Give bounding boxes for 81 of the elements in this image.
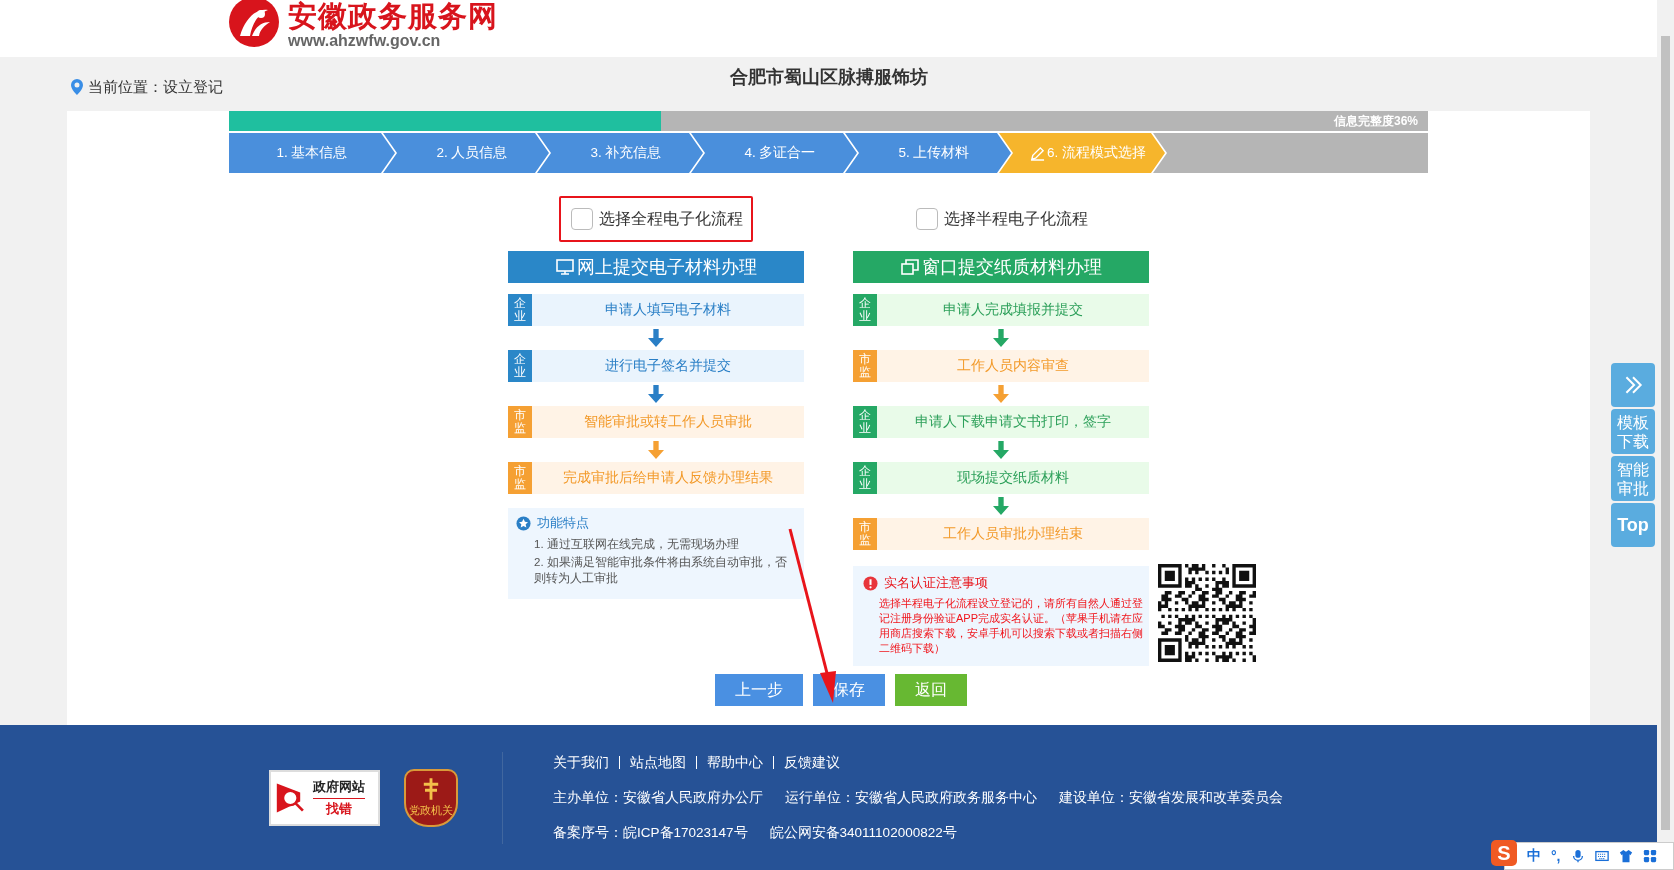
shirt-icon[interactable] (1618, 849, 1633, 863)
grid-icon[interactable] (1642, 849, 1657, 863)
monitor-icon (555, 259, 574, 275)
side-tool-button[interactable]: 智能审批 (1611, 456, 1655, 501)
notice-text: 选择半程电子化流程设立登记的，请所有自然人通过登记注册身份验证APP完成实名认证。（苹果手机请在应用商店搜索下载，安卓手机可以搜索下载或者扫描右侧二维码下载） (879, 596, 1143, 656)
role-tag: 企业 (853, 462, 877, 494)
role-tag: 市监 (508, 406, 532, 438)
side-tool-button[interactable]: 模板下载 (1611, 409, 1655, 454)
footer-info: 备案序号：皖ICP备17023147号 (553, 823, 748, 842)
flow-step: 企业 申请人完成填报并提交 (853, 294, 1149, 326)
flow-header: 窗口提交纸质材料办理 (853, 251, 1149, 283)
action-button[interactable]: 返回 (894, 674, 967, 706)
flow-step: 企业 进行电子签名并提交 (508, 350, 804, 382)
footer-info: 建设单位：安徽省发展和改革委员会 (1059, 788, 1283, 807)
step-tab[interactable]: 5. 上传材料 (845, 133, 1011, 173)
role-tag: 企业 (508, 350, 532, 382)
option-label[interactable]: 选择全程电子化流程 (559, 196, 753, 242)
flow-step: 企业 申请人下载申请文书打印，签字 (853, 406, 1149, 438)
site-name: 安徽政务服务网 (288, 0, 498, 32)
microphone-icon[interactable] (1570, 849, 1585, 863)
badge-title: 政府网站 (313, 777, 365, 799)
badge-label: 党政机关 (409, 804, 453, 818)
flow-header: 网上提交电子材料办理 (508, 251, 804, 283)
company-title: 合肥市蜀山区脉搏服饰坊 (729, 66, 928, 89)
down-arrow-icon (993, 441, 1009, 459)
down-arrow-icon (993, 329, 1009, 347)
action-button[interactable]: 上一步 (714, 674, 803, 706)
down-arrow-icon (648, 329, 664, 347)
breadcrumb: 当前位置：设立登记 (88, 77, 223, 97)
feature-item: 1. 通过互联网在线完成，无需现场办理 (534, 537, 740, 552)
badge-subtitle: 找错 (326, 799, 352, 818)
step-tab[interactable]: 4. 多证合一 (691, 133, 857, 173)
pencil-icon (1030, 145, 1045, 161)
step-tab[interactable]: 1. 基本信息 (229, 133, 395, 173)
site-url: www.ahzwfw.gov.cn (288, 32, 442, 50)
party-badge[interactable]: 党政机关 (404, 768, 458, 827)
flow-step: 企业 申请人填写电子材料 (508, 294, 804, 326)
windows-icon (900, 259, 919, 275)
step-tab[interactable]: 6. 流程模式选择 (999, 133, 1165, 173)
footer-info: 皖公网安备34011102000822号 (769, 823, 957, 842)
down-arrow-icon (993, 497, 1009, 515)
flow-step: 企业 现场提交纸质材料 (853, 462, 1149, 494)
footer-info: 运行单位：安徽省人民政府政务服务中心 (785, 788, 1037, 807)
option-label[interactable]: 选择半程电子化流程 (904, 196, 1098, 242)
checkbox[interactable] (916, 208, 938, 230)
ime-logo[interactable]: S (1491, 840, 1517, 866)
flow-step: 市监 完成审批后给申请人反馈办理结果 (508, 462, 804, 494)
down-arrow-icon (993, 385, 1009, 403)
footer-info: 主办单位：安徽省人民政府办公厅 (553, 788, 763, 807)
footer-link[interactable]: 反馈建议 (784, 753, 840, 772)
notice-title: 实名认证注意事项 (884, 574, 988, 592)
scrollbar-thumb[interactable] (1661, 36, 1670, 830)
location-pin-icon (71, 79, 83, 95)
star-badge-icon (516, 515, 531, 531)
warning-icon (863, 575, 878, 591)
progress-label: 信息完整度36% (1333, 112, 1419, 130)
flow-step: 市监 智能审批或转工作人员审批 (508, 406, 804, 438)
role-tag: 市监 (508, 462, 532, 494)
features-title: 功能特点 (537, 514, 589, 532)
role-tag: 企业 (853, 406, 877, 438)
back-to-top-button[interactable]: Top (1611, 503, 1655, 547)
down-arrow-icon (648, 441, 664, 459)
role-tag: 企业 (508, 294, 532, 326)
feature-item: 2. 如果满足智能审批条件将由系统自动审批，否则转为人工审批 (534, 555, 788, 586)
down-arrow-icon (648, 385, 664, 403)
role-tag: 企业 (853, 294, 877, 326)
keyboard-icon[interactable] (1594, 849, 1609, 863)
checkbox[interactable] (571, 208, 593, 230)
footer-link[interactable]: 帮助中心 (707, 753, 763, 772)
step-tab[interactable]: 3. 补充信息 (537, 133, 703, 173)
error-report-badge[interactable]: 政府网站 找错 (269, 769, 380, 826)
ime-punctuation[interactable]: °, (1551, 848, 1561, 864)
role-tag: 市监 (853, 518, 877, 550)
footer-link[interactable]: 关于我们 (553, 753, 609, 772)
flow-step: 市监 工作人员内容审查 (853, 350, 1149, 382)
step-tab[interactable]: 2. 人员信息 (383, 133, 549, 173)
flow-step: 市监 工作人员审批办理结束 (853, 518, 1149, 550)
footer-link[interactable]: 站点地图 (630, 753, 686, 772)
action-button[interactable]: 保存 (812, 674, 885, 706)
ime-mode[interactable]: 中 (1527, 847, 1541, 865)
role-tag: 市监 (853, 350, 877, 382)
